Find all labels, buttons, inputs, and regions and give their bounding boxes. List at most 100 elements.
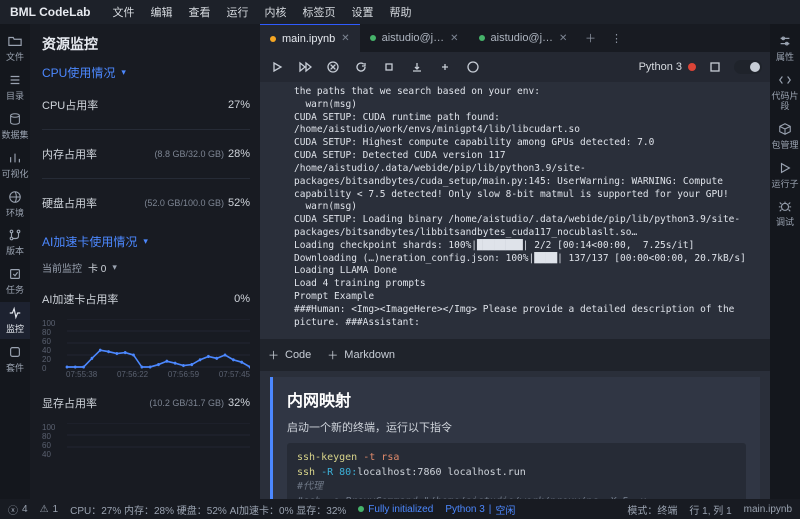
panel-title: 资源监控 [42, 34, 250, 54]
vram-chart: 100 80 60 40 [42, 423, 250, 459]
cpu-section-header[interactable]: CPU使用情况 ▾ [42, 64, 250, 81]
activity-toc[interactable]: 目录 [0, 69, 30, 106]
divider [42, 178, 250, 179]
interrupt-button[interactable] [324, 58, 342, 76]
menu-settings[interactable]: 设置 [351, 4, 373, 20]
md-subtitle: 启动一个新的终端，运行以下指令 [287, 419, 746, 435]
activity-packages[interactable]: 包管理 [770, 118, 800, 155]
section-label: AI加速卡使用情况 [42, 233, 137, 250]
kernel-status-icon [688, 63, 696, 71]
section-label: CPU使用情况 [42, 64, 115, 81]
list-icon [8, 73, 22, 90]
close-icon[interactable]: ✕ [341, 33, 349, 44]
chart-y-labels: 100 80 60 40 20 0 [42, 319, 55, 367]
warning-icon: ⚠ [40, 504, 49, 515]
menu-help[interactable]: 帮助 [389, 4, 411, 20]
top-menu-bar: BML CodeLab 文件 编辑 查看 运行 内核 标签页 设置 帮助 [0, 0, 800, 24]
expand-button[interactable] [706, 58, 724, 76]
download-button[interactable] [408, 58, 426, 76]
tab-add-button[interactable]: ＋ [577, 24, 603, 52]
env-icon [8, 190, 22, 207]
menu-run[interactable]: 运行 [226, 4, 248, 20]
status-file[interactable]: main.ipynb [744, 504, 792, 515]
activity-visualize[interactable]: 可视化 [0, 147, 30, 184]
activity-monitor[interactable]: 监控 [0, 302, 30, 339]
activity-bar-right: 属性 代码片段 包管理 运行子 调试 [770, 24, 800, 499]
gpu-util-label: AI加速卡占用率 [42, 291, 118, 307]
code-icon [778, 73, 792, 90]
chevron-down-icon: ▾ [112, 262, 117, 273]
disk-metric-row: 硬盘占用率 (52.0 GB/100.0 GB)52% [42, 189, 250, 217]
notebook-body[interactable]: the paths that we search based on your e… [260, 82, 770, 499]
md-title: 内网映射 [287, 387, 746, 411]
plugin-icon [8, 345, 22, 362]
activity-debug[interactable]: 调试 [770, 195, 800, 232]
gpu-section-header[interactable]: AI加速卡使用情况 ▾ [42, 233, 250, 250]
activity-bar-left: 文件 目录 数据集 可视化 环境 版本 任务 监控 [0, 24, 30, 499]
menu-edit[interactable]: 编辑 [150, 4, 172, 20]
fullscreen-toggle[interactable] [734, 60, 762, 74]
error-icon: ⓧ [8, 502, 18, 517]
sliders-icon [778, 34, 792, 51]
chart-svg [42, 423, 250, 459]
tab-label: aistudio@j… [491, 32, 554, 44]
status-lncol[interactable]: 行 1, 列 1 [689, 502, 731, 517]
mem-label: 内存占用率 [42, 146, 97, 162]
mem-value: 28% [228, 148, 250, 160]
status-mode[interactable]: 模式：终端 [627, 502, 677, 517]
kernel-selector[interactable]: Python 3 [639, 61, 696, 73]
status-init[interactable]: Fully initialized [358, 504, 433, 515]
more-button[interactable] [464, 58, 482, 76]
status-errors[interactable]: ⓧ4 [8, 502, 28, 517]
stop-button[interactable] [380, 58, 398, 76]
plus-icon: ＋ [327, 347, 338, 363]
notebook-toolbar: Python 3 [260, 52, 770, 82]
gpu-util-chart: 100 80 60 40 20 0 07:55:38 07:56:22 07:5… [42, 319, 250, 379]
current-monitor-label: 当前监控 [42, 260, 82, 275]
menu-kernel[interactable]: 内核 [264, 4, 286, 20]
activity-env[interactable]: 环境 [0, 186, 30, 223]
vram-value: 32% [228, 397, 250, 409]
add-code-cell[interactable]: ＋Code [268, 347, 311, 363]
restart-button[interactable] [352, 58, 370, 76]
activity-run[interactable]: 运行子 [770, 157, 800, 194]
activity-properties[interactable]: 属性 [770, 30, 800, 67]
menu-view[interactable]: 查看 [188, 4, 210, 20]
tab-terminal-1[interactable]: aistudio@j… ✕ [360, 24, 469, 52]
close-icon[interactable]: ✕ [559, 33, 567, 44]
monitor-icon [8, 306, 22, 323]
menu-tabs[interactable]: 标签页 [302, 4, 335, 20]
activity-snippets[interactable]: 代码片段 [770, 69, 800, 116]
folder-icon [8, 34, 22, 51]
menu-file[interactable]: 文件 [112, 4, 134, 20]
gpu-util-value: 0% [234, 293, 250, 305]
check-icon [358, 506, 364, 512]
cpu-label: CPU占用率 [42, 97, 98, 113]
dirty-dot-icon [270, 36, 276, 42]
activity-files[interactable]: 文件 [0, 30, 30, 67]
mem-metric-row: 内存占用率 (8.8 GB/32.0 GB)28% [42, 140, 250, 168]
tab-more-button[interactable]: ⋮ [603, 24, 629, 52]
divider [42, 129, 250, 130]
branch-icon [8, 228, 22, 245]
activity-version[interactable]: 版本 [0, 224, 30, 261]
add-markdown-cell[interactable]: ＋Markdown [327, 347, 395, 363]
status-resources[interactable]: CPU：27% 内存：28% 硬盘：52% AI加速卡：0% 显存：32% [70, 502, 346, 517]
markdown-cell[interactable]: 内网映射 启动一个新的终端，运行以下指令 ssh-keygen -t rsa s… [270, 377, 760, 499]
vram-label: 显存占用率 [42, 395, 97, 411]
kernel-name: Python 3 [639, 61, 682, 73]
activity-tasks[interactable]: 任务 [0, 263, 30, 300]
tab-terminal-2[interactable]: aistudio@j… ✕ [469, 24, 578, 52]
current-monitor-row: 当前监控 卡 0 ▾ [42, 260, 250, 275]
run-button[interactable] [268, 58, 286, 76]
close-icon[interactable]: ✕ [450, 33, 458, 44]
database-icon [8, 112, 22, 129]
activity-plugin[interactable]: 套件 [0, 341, 30, 378]
status-kernel[interactable]: Python 3 | 空闲 [445, 502, 515, 517]
activity-dataset[interactable]: 数据集 [0, 108, 30, 145]
card-select[interactable]: 卡 0 [88, 260, 106, 275]
tab-main[interactable]: main.ipynb ✕ [260, 24, 360, 52]
run-all-button[interactable] [296, 58, 314, 76]
status-warnings[interactable]: ⚠1 [40, 504, 59, 515]
add-cell-button[interactable] [436, 58, 454, 76]
